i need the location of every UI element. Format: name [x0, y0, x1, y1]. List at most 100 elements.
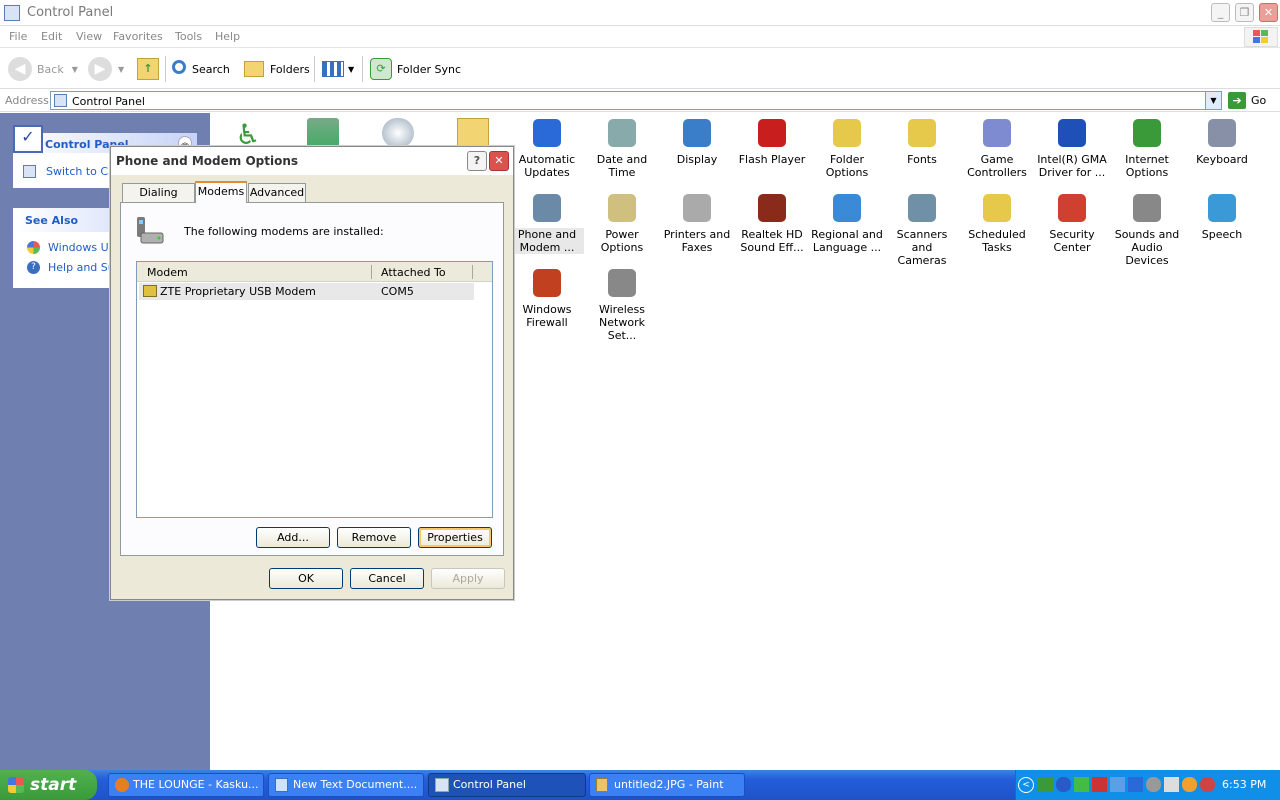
- taskbar-item-notepad[interactable]: New Text Document....: [268, 773, 424, 797]
- menu-favorites[interactable]: Favorites: [113, 30, 163, 43]
- taskbar-item-paint[interactable]: untitled2.JPG - Paint: [589, 773, 745, 797]
- taskbar-item-label: untitled2.JPG - Paint: [614, 778, 724, 791]
- folders-button[interactable]: Folders: [244, 49, 310, 89]
- add-button[interactable]: Add...: [256, 527, 330, 548]
- cp-item-fonts[interactable]: Fonts: [885, 116, 959, 166]
- cp-item-keyboard[interactable]: Keyboard: [1185, 116, 1259, 166]
- system-tray: < 6:53 PM: [1015, 770, 1280, 800]
- column-header-modem[interactable]: Modem: [147, 266, 188, 279]
- cp-item-label: Power Options: [600, 228, 644, 254]
- go-button[interactable]: ➔ Go: [1228, 92, 1266, 109]
- clock: 6:53 PM: [1222, 778, 1267, 791]
- cp-item-wireless[interactable]: Wireless Network Set...: [585, 266, 659, 342]
- tab-advanced[interactable]: Advanced: [248, 183, 306, 203]
- cancel-button[interactable]: Cancel: [350, 568, 424, 589]
- tab-modems[interactable]: Modems: [195, 181, 247, 203]
- printers-glyph: [683, 194, 711, 222]
- add-hardware-icon[interactable]: [307, 118, 339, 148]
- column-header-attached[interactable]: Attached To: [381, 266, 446, 279]
- menu-help[interactable]: Help: [215, 30, 240, 43]
- security-center-glyph: [1058, 194, 1086, 222]
- views-button[interactable]: ▼: [322, 49, 354, 89]
- menu-tools[interactable]: Tools: [175, 30, 202, 43]
- switch-view-label: Switch to Cat: [46, 165, 120, 178]
- table-row[interactable]: ZTE Proprietary USB Modem COM5: [139, 283, 474, 300]
- back-button[interactable]: ◀ Back ▼: [8, 49, 78, 89]
- scheduled-tasks-glyph: [983, 194, 1011, 222]
- taskbar-item-label: THE LOUNGE - Kasku...: [133, 778, 259, 791]
- search-button[interactable]: Search: [172, 49, 230, 89]
- dialog-title: Phone and Modem Options: [116, 154, 299, 168]
- apply-button[interactable]: Apply: [431, 568, 505, 589]
- power-options-icon: [605, 191, 639, 225]
- cp-item-internet-options[interactable]: Internet Options: [1110, 116, 1184, 179]
- address-dropdown-button[interactable]: ▼: [1205, 91, 1222, 110]
- security-shield-icon: [1092, 777, 1107, 792]
- search-icon: [172, 60, 186, 74]
- cp-item-display[interactable]: Display: [660, 116, 734, 166]
- folder-sync-button[interactable]: ⟳ Folder Sync: [370, 49, 461, 89]
- cp-item-intel-gma[interactable]: Intel(R) GMA Driver for ...: [1035, 116, 1109, 179]
- taskbar-item-label: New Text Document....: [293, 778, 418, 791]
- volume-icon: [1146, 777, 1161, 792]
- forward-button[interactable]: ▶ ▼: [88, 49, 124, 89]
- taskbar-item-control-panel[interactable]: Control Panel: [428, 773, 586, 797]
- switch-view-link[interactable]: Switch to Cat: [23, 165, 119, 178]
- ok-button[interactable]: OK: [269, 568, 343, 589]
- cp-item-speech[interactable]: Speech: [1185, 191, 1259, 241]
- cp-item-sounds[interactable]: Sounds and Audio Devices: [1110, 191, 1184, 267]
- close-button[interactable]: ✕: [1259, 3, 1278, 22]
- cp-item-firewall[interactable]: Windows Firewall: [510, 266, 584, 329]
- cp-item-label: Speech: [1201, 228, 1243, 241]
- control-panel-icon: [435, 778, 449, 792]
- add-remove-programs-icon[interactable]: [382, 118, 414, 148]
- cp-item-game-controllers[interactable]: Game Controllers: [960, 116, 1034, 179]
- maximize-button[interactable]: ❐: [1235, 3, 1254, 22]
- start-button[interactable]: start: [0, 770, 97, 800]
- firewall-icon: [530, 266, 564, 300]
- menu-view[interactable]: View: [76, 30, 102, 43]
- tray-icons[interactable]: [1038, 777, 1215, 792]
- windows-update-link[interactable]: Windows Upd: [27, 241, 123, 254]
- notepad-icon: [275, 778, 288, 792]
- cp-item-date-time[interactable]: Date and Time: [585, 116, 659, 179]
- taskbar-item-label: Control Panel: [453, 778, 526, 791]
- cp-item-realtek[interactable]: Realtek HD Sound Eff...: [735, 191, 809, 254]
- address-field[interactable]: Control Panel: [50, 91, 1207, 110]
- tab-dialing-rules[interactable]: Dialing Rules: [122, 183, 195, 217]
- minimize-button[interactable]: _: [1211, 3, 1230, 22]
- taskbar-item-firefox[interactable]: THE LOUNGE - Kasku...: [108, 773, 264, 797]
- administrative-tools-icon[interactable]: [457, 118, 489, 148]
- properties-button[interactable]: Properties: [418, 527, 492, 548]
- back-label: Back: [37, 62, 64, 76]
- help-support-link[interactable]: ? Help and Sup: [27, 261, 122, 274]
- cp-item-flash-player[interactable]: Flash Player: [735, 116, 809, 166]
- cp-item-phone-modem[interactable]: Phone and Modem ...: [510, 191, 584, 254]
- cp-item-scanners[interactable]: Scanners and Cameras: [885, 191, 959, 267]
- cp-item-printers[interactable]: Printers and Faxes: [660, 191, 734, 254]
- menu-file[interactable]: File: [9, 30, 27, 43]
- sounds-glyph: [1133, 194, 1161, 222]
- cp-item-label: Scheduled Tasks: [968, 228, 1026, 254]
- cp-item-security-center[interactable]: Security Center: [1035, 191, 1109, 254]
- intel-gma-glyph: [1058, 119, 1086, 147]
- back-arrow-icon: ◀: [8, 57, 32, 81]
- up-folder-button[interactable]: ↑: [137, 49, 159, 89]
- cp-item-label: Intel(R) GMA Driver for ...: [1037, 153, 1107, 179]
- tray-collapse-icon[interactable]: <: [1018, 777, 1034, 793]
- help-button[interactable]: ?: [467, 151, 487, 171]
- remove-button[interactable]: Remove: [337, 527, 411, 548]
- cp-item-power-options[interactable]: Power Options: [585, 191, 659, 254]
- cp-item-regional[interactable]: Regional and Language ...: [810, 191, 884, 254]
- menu-edit[interactable]: Edit: [41, 30, 62, 43]
- cp-item-label: Security Center: [1049, 228, 1095, 254]
- cp-item-folder-options[interactable]: Folder Options: [810, 116, 884, 179]
- go-arrow-icon: ➔: [1228, 92, 1246, 109]
- modem-list[interactable]: Modem Attached To ZTE Proprietary USB Mo…: [136, 261, 493, 518]
- dialog-close-button[interactable]: ✕: [489, 151, 509, 171]
- cp-item-scheduled-tasks[interactable]: Scheduled Tasks: [960, 191, 1034, 254]
- realtek-glyph: [758, 194, 786, 222]
- realtek-icon: [755, 191, 789, 225]
- cp-item-automatic-updates[interactable]: Automatic Updates: [510, 116, 584, 179]
- wireless-glyph: [608, 269, 636, 297]
